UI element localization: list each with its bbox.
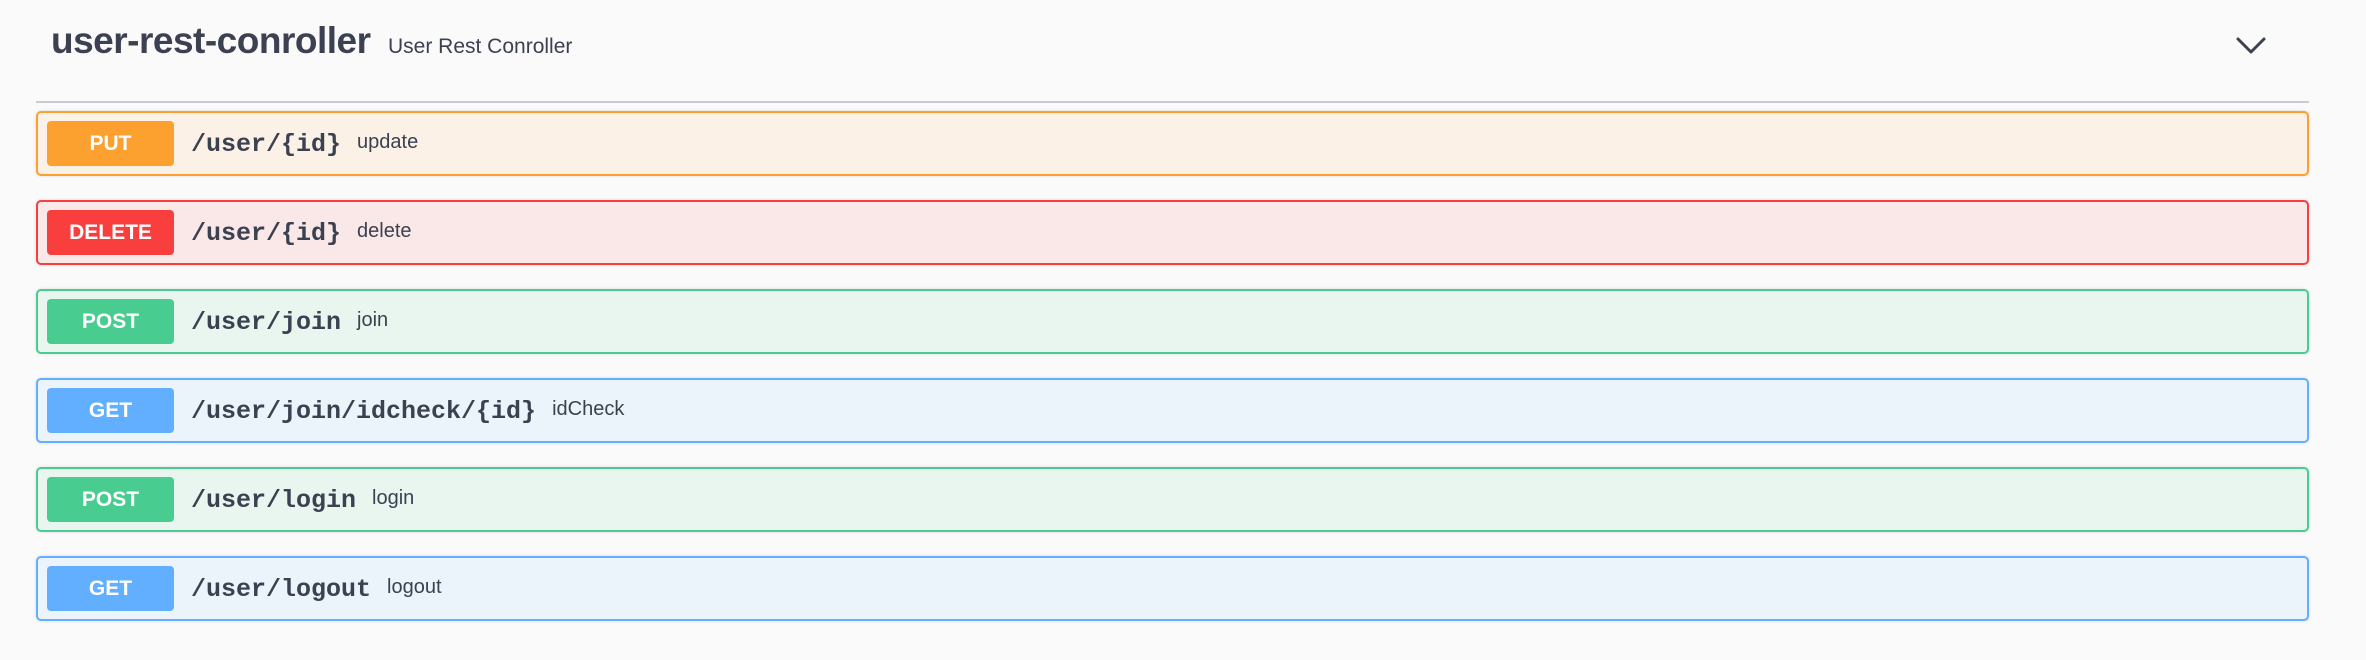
method-badge: GET <box>47 566 174 611</box>
operation-summary: logout <box>387 576 442 598</box>
operation-summary: join <box>357 309 389 331</box>
operation-summary: update <box>357 131 419 153</box>
operation-path-row: /user/{id} update <box>191 130 418 159</box>
operation-path[interactable]: /user/logout <box>191 575 371 604</box>
opblock-post-user-join[interactable]: POST /user/join join <box>36 289 2309 354</box>
chevron-down-icon[interactable] <box>2233 28 2269 64</box>
operation-path[interactable]: /user/{id} <box>191 130 341 159</box>
operations-list: PUT /user/{id} update DELETE /user/{id} de… <box>36 111 2309 645</box>
opblock-post-user-login[interactable]: POST /user/login login <box>36 467 2309 532</box>
operation-path[interactable]: /user/login <box>191 486 356 515</box>
opblock-get-user-join-idcheck[interactable]: GET /user/join/idcheck/{id} idCheck <box>36 378 2309 443</box>
opblock-get-user-logout[interactable]: GET /user/logout logout <box>36 556 2309 621</box>
operation-path-row: /user/join join <box>191 308 388 337</box>
operation-summary: delete <box>357 220 412 242</box>
opblock-delete-user-id[interactable]: DELETE /user/{id} delete <box>36 200 2309 265</box>
opblock-put-user-id[interactable]: PUT /user/{id} update <box>36 111 2309 176</box>
tag-description: User Rest Conroller <box>388 35 573 58</box>
operation-path-row: /user/logout logout <box>191 575 442 604</box>
method-badge: DELETE <box>47 210 174 255</box>
operation-path-row: /user/join/idcheck/{id} idCheck <box>191 397 624 426</box>
method-badge: GET <box>47 388 174 433</box>
tag-section: user-rest-conroller User Rest Conroller … <box>0 0 2366 660</box>
method-badge: POST <box>47 477 174 522</box>
operation-summary: idCheck <box>552 398 625 420</box>
method-badge: POST <box>47 299 174 344</box>
operation-path-row: /user/{id} delete <box>191 219 412 248</box>
operation-path[interactable]: /user/join/idcheck/{id} <box>191 397 536 426</box>
operation-path[interactable]: /user/join <box>191 308 341 337</box>
tag-title[interactable]: user-rest-conroller <box>51 20 371 62</box>
operation-path-row: /user/login login <box>191 486 414 515</box>
operation-path[interactable]: /user/{id} <box>191 219 341 248</box>
method-badge: PUT <box>47 121 174 166</box>
operation-summary: login <box>372 487 415 509</box>
tag-header[interactable]: user-rest-conroller User Rest Conroller <box>36 0 2309 103</box>
